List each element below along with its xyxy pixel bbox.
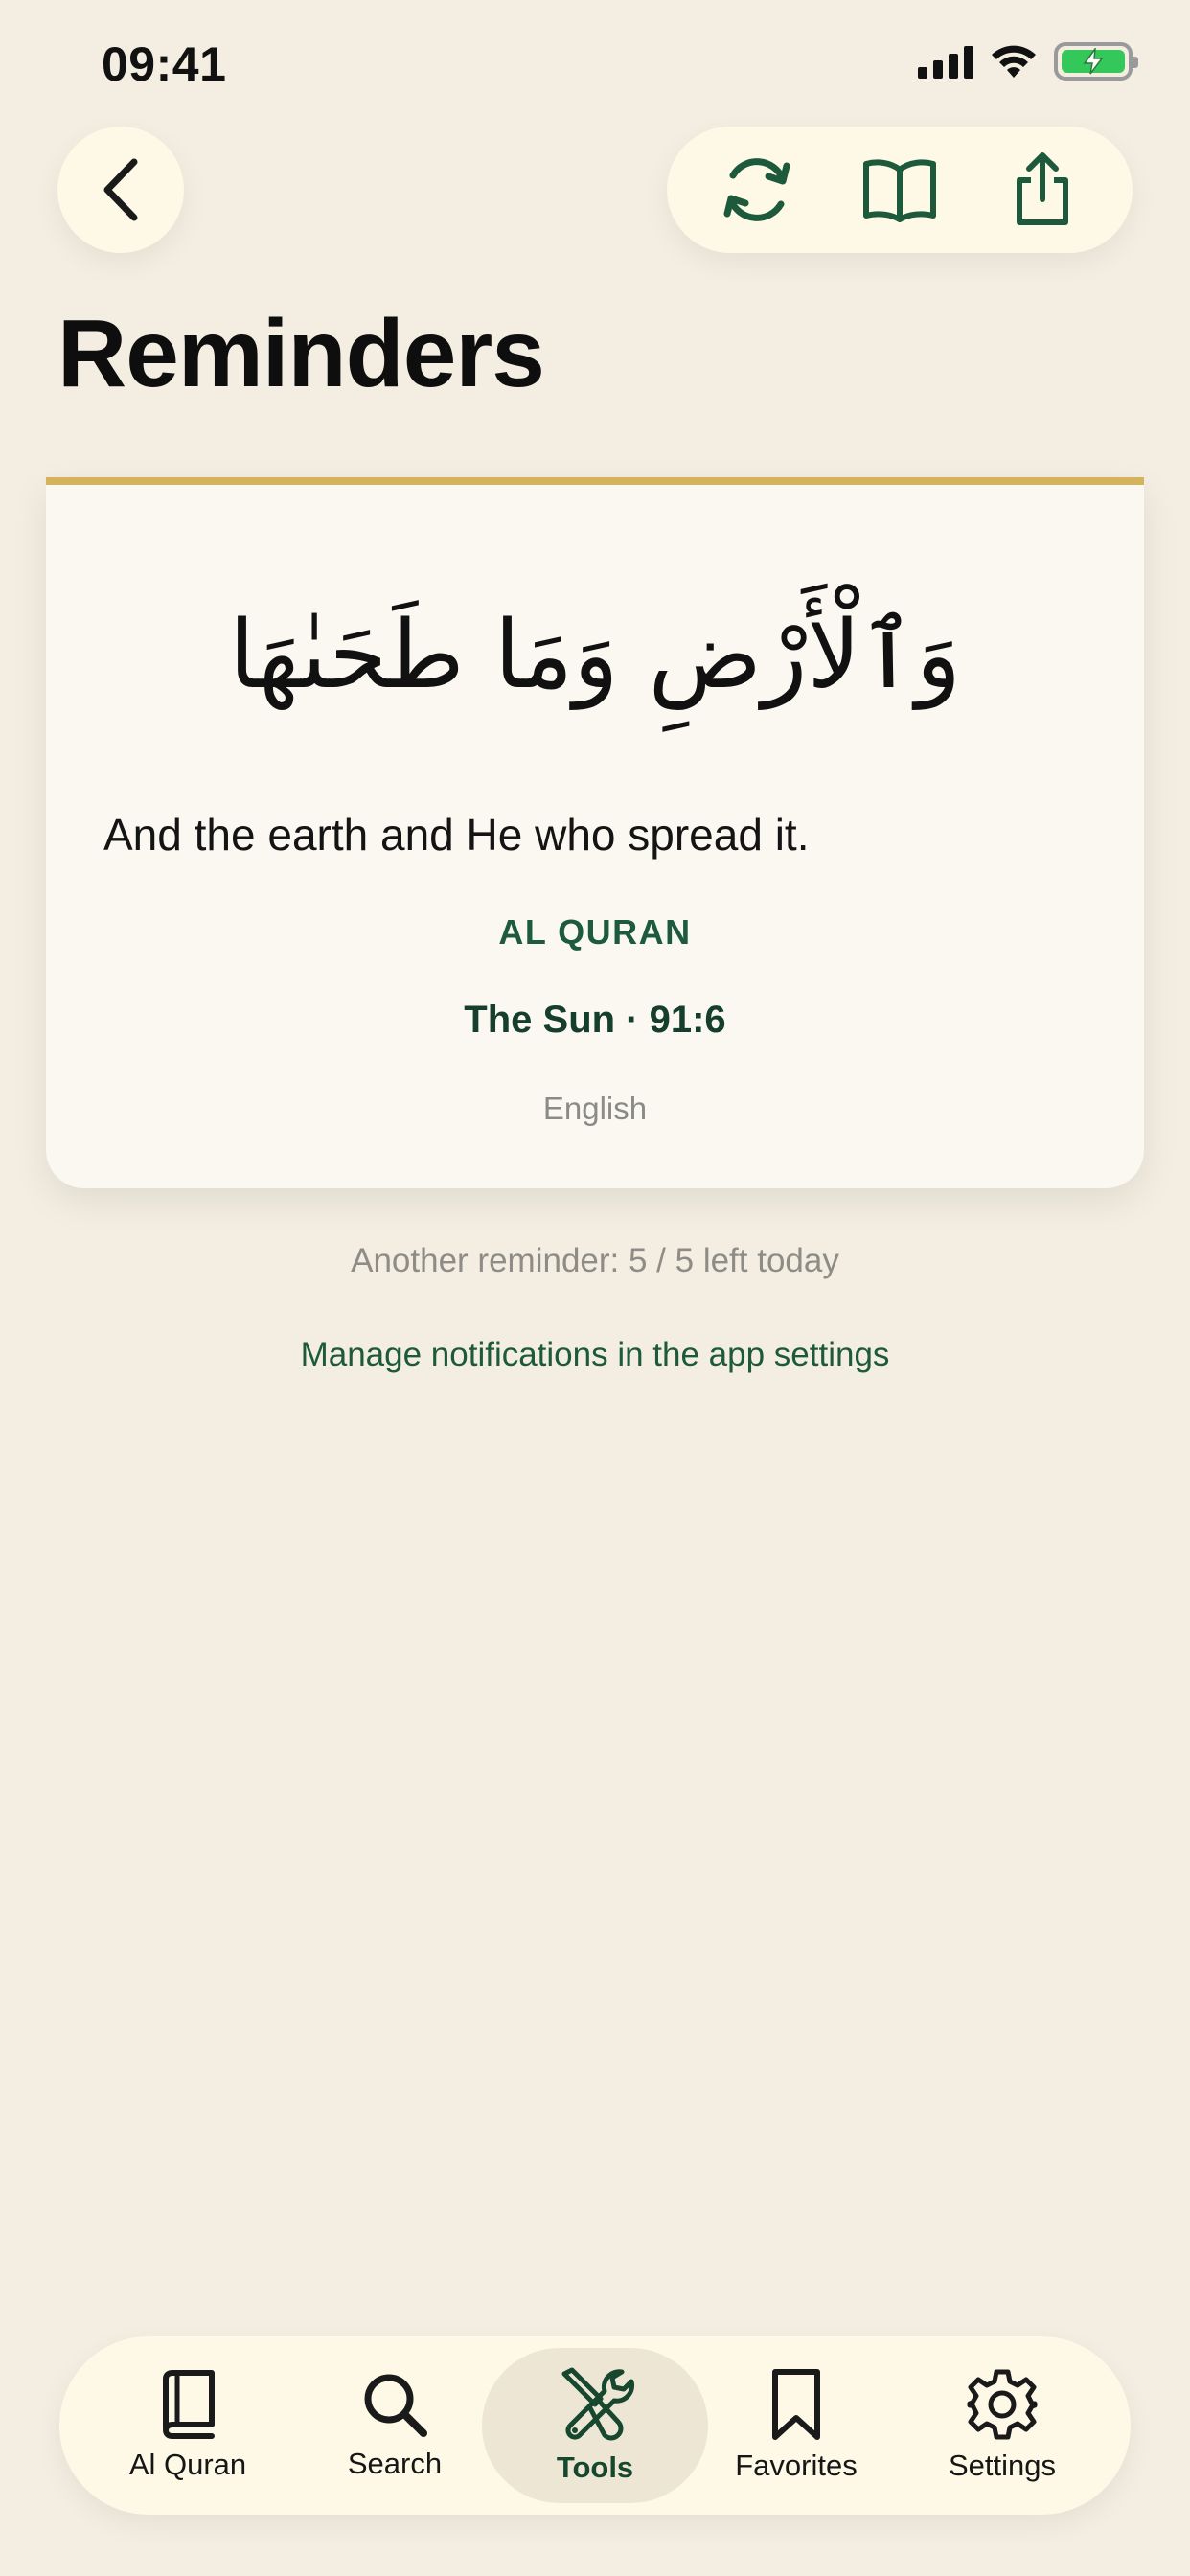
refresh-icon: [723, 158, 790, 221]
chevron-left-icon: [103, 158, 138, 221]
tab-al-quran[interactable]: Al Quran: [75, 2348, 301, 2503]
header-actions: [667, 126, 1133, 253]
tab-label: Tools: [556, 2450, 634, 2484]
reminder-card: وَٱلْأَرْضِ وَمَا طَحَىٰهَا And the eart…: [46, 477, 1144, 1188]
verse-translation: And the earth and He who spread it.: [103, 810, 810, 860]
read-button[interactable]: [847, 137, 952, 242]
tab-tools[interactable]: Tools: [482, 2348, 708, 2503]
wifi-icon: [992, 45, 1036, 78]
book-icon: [163, 2370, 215, 2439]
reminder-count: Another reminder: 5 / 5 left today: [351, 1242, 839, 1279]
tab-label: Favorites: [735, 2449, 858, 2482]
verse-source: AL QURAN: [498, 912, 692, 952]
share-icon: [1016, 152, 1068, 225]
tab-label: Al Quran: [128, 2448, 247, 2481]
book-open-icon: [862, 159, 936, 222]
page-title: Reminders: [57, 300, 545, 407]
share-button[interactable]: [990, 137, 1095, 242]
tab-bar: Al Quran Search Tools Favorites Settings: [59, 2336, 1131, 2515]
refresh-button[interactable]: [704, 137, 810, 242]
tab-label: Search: [347, 2447, 443, 2480]
bookmark-icon: [772, 2369, 820, 2440]
arabic-verse: وَٱلْأَرْضِ وَمَا طَحَىٰهَا: [228, 601, 962, 710]
tools-icon: [561, 2367, 635, 2441]
battery-icon: [1054, 42, 1138, 80]
translation-language: English: [542, 1091, 648, 1126]
cellular-signal-icon: [918, 44, 973, 79]
verse-reference: The Sun · 91:6: [464, 999, 726, 1041]
tab-settings[interactable]: Settings: [889, 2348, 1115, 2503]
manage-notifications-link[interactable]: Manage notifications in the app settings: [0, 1336, 1190, 1374]
tab-search[interactable]: Search: [282, 2348, 508, 2503]
tab-favorites[interactable]: Favorites: [683, 2348, 909, 2503]
status-icons: [918, 42, 1138, 80]
back-button[interactable]: [57, 126, 184, 253]
tab-label: Settings: [948, 2449, 1056, 2482]
search-icon: [364, 2374, 427, 2437]
gear-icon: [967, 2369, 1038, 2440]
status-time: 09:41: [102, 37, 227, 91]
